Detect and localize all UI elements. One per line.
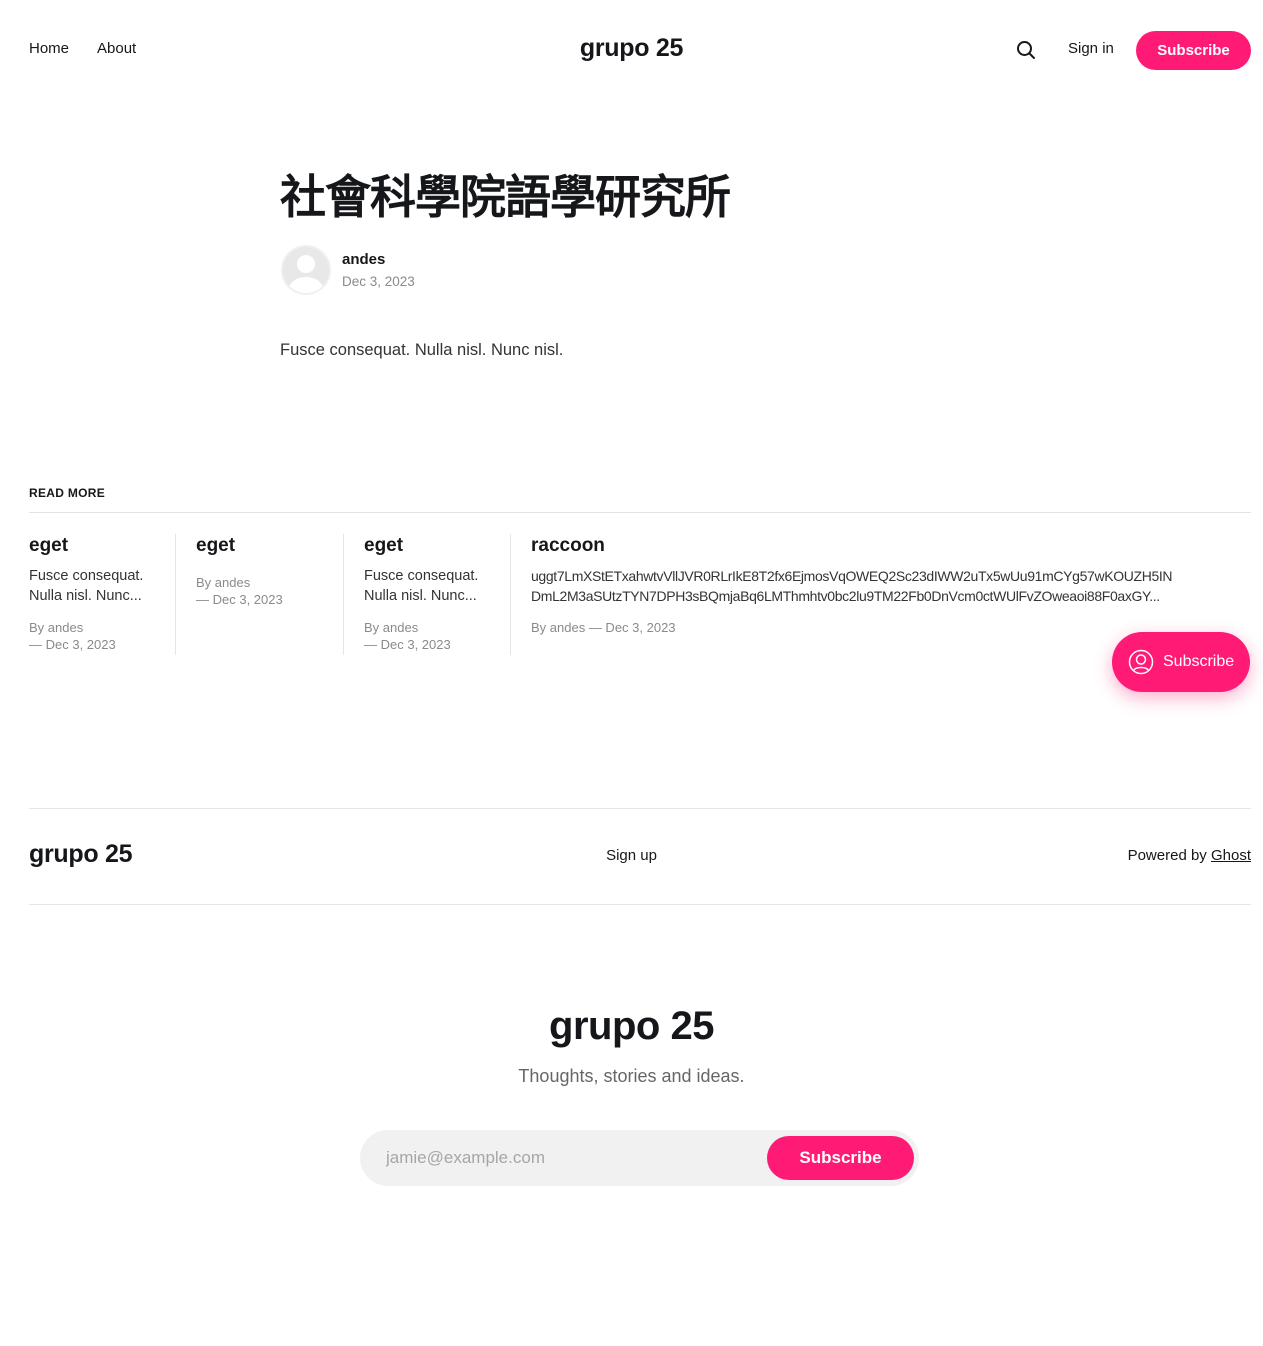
cta-title: grupo 25 xyxy=(549,1004,714,1048)
subscribe-form: Subscribe xyxy=(360,1130,919,1186)
author-avatar[interactable] xyxy=(281,245,331,295)
site-header: Home About grupo 25 Sign in Subscribe xyxy=(0,0,1263,100)
article-body: Fusce consequat. Nulla nisl. Nunc nisl. xyxy=(280,341,564,359)
card-author: By andes xyxy=(29,620,84,635)
search-button[interactable] xyxy=(1014,38,1038,62)
card-date: — Dec 3, 2023 xyxy=(29,637,116,652)
read-more-card[interactable]: eget Fusce consequat. Nulla nisl. Nunc..… xyxy=(29,534,164,653)
card-title[interactable]: raccoon xyxy=(531,534,1251,558)
card-meta: By andes — Dec 3, 2023 xyxy=(196,574,331,608)
read-more-card[interactable]: raccoon uggt7LmXStETxahwtvVllJVR0RLrIkE8… xyxy=(531,534,1251,636)
floating-subscribe-button[interactable]: Subscribe xyxy=(1112,632,1250,692)
header-subscribe-button[interactable]: Subscribe xyxy=(1136,31,1251,70)
card-separator xyxy=(343,534,344,655)
card-author: By andes xyxy=(196,575,251,590)
card-excerpt-line: Fusce consequat. xyxy=(364,568,479,584)
card-date: — Dec 3, 2023 xyxy=(364,637,451,652)
card-meta: By andes — Dec 3, 2023 xyxy=(29,619,164,653)
avatar-placeholder-icon xyxy=(283,247,329,293)
card-excerpt-line: DmL2M3aSUtzTYN7DPH3sBQmjaBq6LMThmhtv0bc2… xyxy=(531,588,1160,604)
card-date: — Dec 3, 2023 xyxy=(196,592,283,607)
card-excerpt: Fusce consequat. Nulla nisl. Nunc... xyxy=(29,566,164,606)
powered-by-text: Powered by xyxy=(1127,847,1211,864)
footer-divider xyxy=(29,904,1251,905)
article-date: Dec 3, 2023 xyxy=(342,274,415,289)
read-more-divider xyxy=(29,512,1251,513)
card-meta: By andes — Dec 3, 2023 xyxy=(364,619,499,653)
card-excerpt-line: Nulla nisl. Nunc... xyxy=(364,588,477,604)
read-more-card[interactable]: eget By andes — Dec 3, 2023 xyxy=(196,534,331,608)
user-circle-icon xyxy=(1128,649,1154,675)
footer-nav: Sign up xyxy=(0,847,1263,864)
card-excerpt-line: uggt7LmXStETxahwtvVllJVR0RLrIkE8T2fx6Ejm… xyxy=(531,568,1173,584)
footer-divider xyxy=(29,808,1251,809)
email-input[interactable] xyxy=(386,1147,756,1169)
floating-subscribe-label: Subscribe xyxy=(1163,653,1235,670)
author-name[interactable]: andes xyxy=(342,251,385,268)
sign-in-link[interactable]: Sign in xyxy=(1068,40,1114,57)
article-title: 社會科學院語學研究所 xyxy=(280,170,731,224)
ghost-link[interactable]: Ghost xyxy=(1211,847,1251,864)
card-excerpt: uggt7LmXStETxahwtvVllJVR0RLrIkE8T2fx6Ejm… xyxy=(531,566,1251,606)
search-icon xyxy=(1017,41,1035,59)
card-separator xyxy=(510,534,511,655)
card-excerpt-line: Nulla nisl. Nunc... xyxy=(29,588,142,604)
cta-subscribe-button[interactable]: Subscribe xyxy=(767,1136,914,1180)
read-more-heading: READ MORE xyxy=(29,486,106,500)
card-excerpt: Fusce consequat. Nulla nisl. Nunc... xyxy=(364,566,499,606)
read-more-card[interactable]: eget Fusce consequat. Nulla nisl. Nunc..… xyxy=(364,534,499,653)
card-title[interactable]: eget xyxy=(29,534,164,558)
card-excerpt-line: Fusce consequat. xyxy=(29,568,144,584)
site-title[interactable]: grupo 25 xyxy=(580,34,683,63)
powered-by: Powered by Ghost xyxy=(1128,847,1251,864)
card-title[interactable]: eget xyxy=(364,534,499,558)
cta-description: Thoughts, stories and ideas. xyxy=(518,1066,745,1086)
card-author: By andes xyxy=(364,620,419,635)
card-separator xyxy=(175,534,176,655)
footer-sign-up-link[interactable]: Sign up xyxy=(606,847,657,864)
card-title[interactable]: eget xyxy=(196,534,331,558)
